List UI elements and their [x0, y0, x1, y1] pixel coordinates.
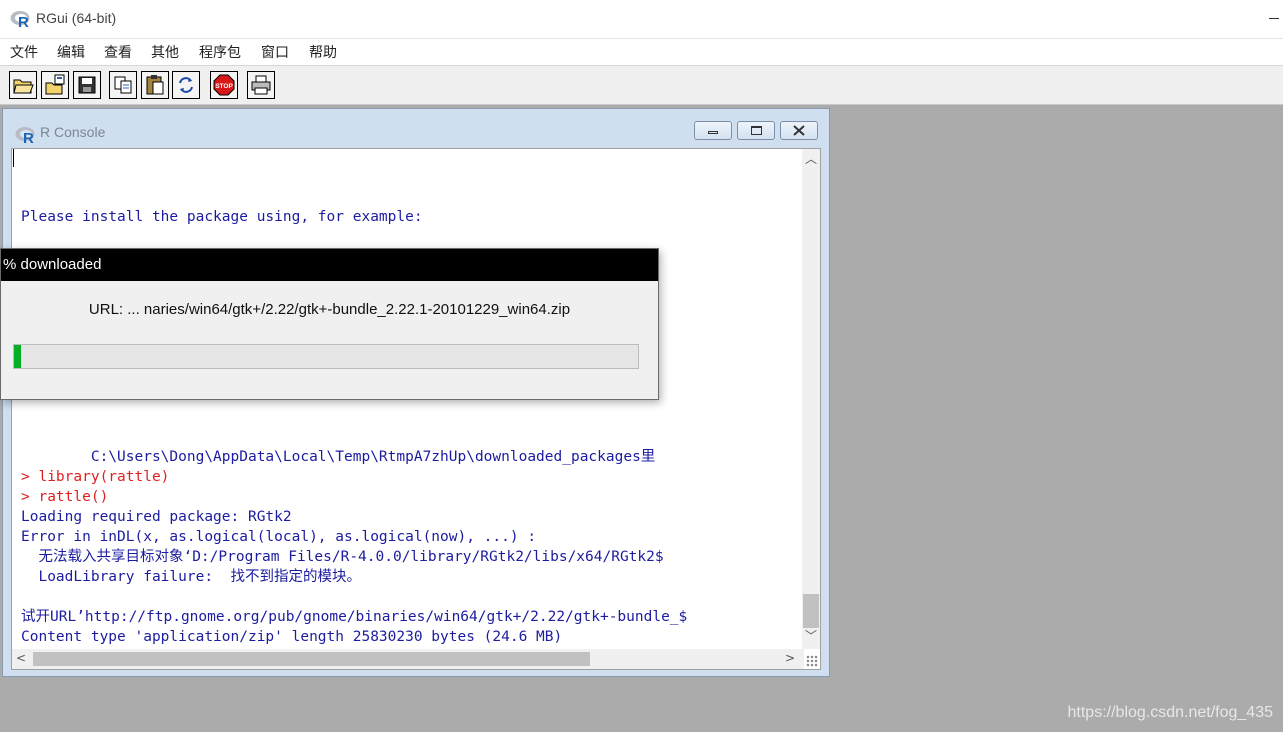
save-workspace-button[interactable] — [73, 71, 101, 99]
scroll-down-icon[interactable]: ﹀ — [805, 627, 817, 644]
resize-grip-icon[interactable] — [806, 655, 818, 667]
stop-button[interactable]: STOP — [210, 71, 238, 99]
horizontal-scroll-thumb[interactable] — [33, 652, 590, 666]
console-output-line — [21, 407, 791, 427]
console-output-line: 无法载入共享目标对象‘D:/Program Files/R-4.0.0/libr… — [21, 549, 664, 565]
console-output-line: LoadLibrary failure: 找不到指定的模块。 — [21, 569, 362, 585]
menu-windows[interactable]: 窗口 — [261, 42, 289, 62]
console-output-line — [21, 427, 791, 447]
stop-icon: STOP — [213, 74, 235, 96]
console-output-line: Error in inDL(x, as.logical(local), as.l… — [21, 529, 537, 545]
scroll-left-icon[interactable]: < — [16, 651, 26, 665]
paste-icon — [146, 75, 164, 95]
minimize-icon — [708, 131, 718, 134]
refresh-icon — [179, 77, 193, 93]
console-restore-button[interactable] — [737, 121, 775, 140]
console-output-line: Content type 'application/zip' length 25… — [21, 629, 563, 645]
svg-text:R: R — [18, 14, 29, 29]
load-workspace-button[interactable] — [41, 71, 69, 99]
console-output-line — [21, 227, 791, 247]
console-text: Please install the package using, for ex… — [21, 167, 791, 669]
console-output-area[interactable]: Please install the package using, for ex… — [11, 148, 821, 670]
print-button[interactable] — [247, 71, 275, 99]
r-logo-icon: R — [15, 127, 35, 145]
menu-view[interactable]: 查看 — [104, 42, 132, 62]
console-output-line: Please install the package using, for ex… — [21, 209, 423, 225]
console-titlebar[interactable]: R R Console — [3, 109, 829, 149]
horizontal-scrollbar[interactable]: < > — [12, 649, 804, 669]
restore-icon — [751, 126, 762, 135]
console-command-line: > rattle() — [21, 489, 109, 505]
mdi-workspace: R R Console Please install the package u… — [0, 105, 1283, 732]
console-command-line: > library(rattle) — [21, 469, 170, 485]
download-progress-dialog[interactable]: % downloaded URL: ... naries/win64/gtk+/… — [0, 248, 659, 400]
download-progress-bar — [13, 344, 639, 369]
console-close-button[interactable] — [780, 121, 818, 140]
vertical-scrollbar[interactable]: ︿ ﹀ — [802, 149, 820, 649]
refresh-button[interactable] — [172, 71, 200, 99]
watermark: https://blog.csdn.net/fog_435 — [1067, 704, 1273, 721]
console-output-line: Loading required package: RGtk2 — [21, 509, 292, 525]
dialog-title: % downloaded — [3, 256, 102, 273]
print-icon — [251, 75, 271, 95]
console-title: R Console — [40, 124, 106, 140]
console-output-line: C:\Users\Dong\AppData\Local\Temp\RtmpA7z… — [21, 449, 656, 465]
download-url-label: URL: ... naries/win64/gtk+/2.22/gtk+-bun… — [88, 301, 571, 318]
progress-fill — [14, 345, 22, 368]
load-workspace-icon — [45, 74, 65, 95]
console-output-line — [21, 587, 791, 607]
console-output-line: 试开URL’http://ftp.gnome.org/pub/gnome/bin… — [21, 609, 688, 625]
menu-packages[interactable]: 程序包 — [199, 42, 241, 62]
dialog-titlebar[interactable]: % downloaded — [1, 249, 658, 281]
menu-misc[interactable]: 其他 — [151, 42, 179, 62]
open-script-button[interactable] — [9, 71, 37, 99]
stop-label: STOP — [215, 83, 233, 90]
toolbar: STOP — [0, 65, 1283, 105]
save-icon — [78, 76, 96, 94]
open-folder-icon — [13, 79, 34, 94]
r-logo-icon: R — [10, 11, 30, 29]
menu-file[interactable]: 文件 — [10, 42, 38, 62]
app-title: RGui (64-bit) — [36, 10, 117, 26]
svg-text:R: R — [23, 130, 34, 145]
menu-help[interactable]: 帮助 — [309, 42, 337, 62]
scroll-up-icon[interactable]: ︿ — [805, 150, 817, 167]
scroll-right-icon[interactable]: > — [785, 651, 795, 665]
menu-bar: 文件 编辑 查看 其他 程序包 窗口 帮助 — [0, 39, 1283, 65]
menu-edit[interactable]: 编辑 — [57, 42, 85, 62]
close-icon — [793, 125, 805, 136]
app-titlebar: R RGui (64-bit) — [0, 0, 1283, 39]
paste-button[interactable] — [141, 71, 169, 99]
copy-button[interactable] — [109, 71, 137, 99]
copy-icon — [114, 76, 132, 94]
console-minimize-button[interactable] — [694, 121, 732, 140]
minimize-icon[interactable] — [1269, 18, 1279, 19]
text-caret — [13, 149, 14, 167]
vertical-scroll-thumb[interactable] — [803, 594, 819, 628]
